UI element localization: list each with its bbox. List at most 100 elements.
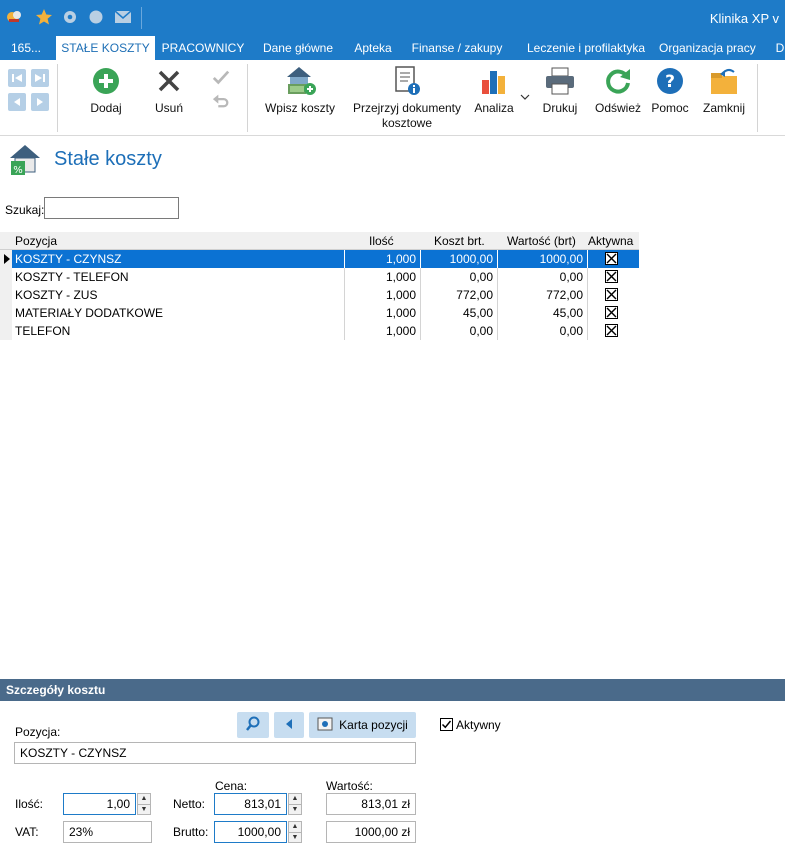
- printer-icon: [543, 64, 577, 98]
- analysis-button[interactable]: Analiza: [472, 64, 516, 116]
- search-icon: [245, 716, 261, 735]
- net-price-field[interactable]: 813,01: [214, 793, 287, 815]
- tab-apteka[interactable]: Apteka: [348, 36, 398, 60]
- circle-icon[interactable]: [87, 8, 105, 26]
- net-value-field[interactable]: 813,01 zł: [326, 793, 416, 815]
- row-indicator: [0, 250, 12, 268]
- tab-finanse[interactable]: Finanse / zakupy: [406, 36, 508, 60]
- active-checkbox[interactable]: [605, 252, 618, 265]
- browse-cost-documents-button[interactable]: Przejrzyj dokumenty kosztowe: [350, 64, 464, 131]
- help-label: Pomoc: [651, 101, 689, 115]
- cell-gross-value: 772,00: [546, 288, 583, 302]
- refresh-button[interactable]: Odśwież: [594, 64, 642, 116]
- cell-position: KOSZTY - ZUS: [15, 288, 98, 302]
- stepper-down-icon[interactable]: ▼: [289, 805, 301, 815]
- quantity-field[interactable]: 1,00: [63, 793, 136, 815]
- app-icon[interactable]: [5, 8, 23, 26]
- stepper-up-icon[interactable]: ▲: [138, 794, 150, 805]
- ribbon-separator: [57, 64, 58, 132]
- checked-x-icon: [606, 325, 617, 336]
- tab-dane-glowne[interactable]: Dane główne: [256, 36, 340, 60]
- quantity-stepper[interactable]: ▲ ▼: [137, 793, 151, 815]
- header-gross-value[interactable]: Wartość (brt): [507, 234, 576, 248]
- row-indicator: [0, 268, 12, 286]
- checked-x-icon: [606, 253, 617, 264]
- stepper-down-icon[interactable]: ▼: [138, 805, 150, 815]
- current-row-arrow-icon: [4, 254, 10, 264]
- header-gross-cost[interactable]: Koszt brt.: [434, 234, 485, 248]
- search-position-button[interactable]: [237, 712, 269, 738]
- table-row[interactable]: KOSZTY - TELEFON 1,000 0,00 0,00: [0, 268, 639, 286]
- position-label: Pozycja:: [15, 725, 61, 739]
- active-checkbox[interactable]: [440, 718, 453, 731]
- first-record-icon[interactable]: [8, 69, 26, 87]
- gross-value-field[interactable]: 1000,00 zł: [326, 821, 416, 843]
- row-indicator: [0, 322, 12, 340]
- analysis-chevron-down-icon[interactable]: [520, 90, 530, 100]
- page-title: Stałe koszty: [54, 148, 162, 170]
- row-indicator: [0, 304, 12, 322]
- cell-divider: [587, 250, 588, 268]
- active-checkbox[interactable]: [605, 270, 618, 283]
- gross-price-field[interactable]: 1000,00: [214, 821, 287, 843]
- active-checkbox[interactable]: [605, 288, 618, 301]
- net-price-stepper[interactable]: ▲ ▼: [288, 793, 302, 815]
- table-row[interactable]: KOSZTY - ZUS 1,000 772,00 772,00: [0, 286, 639, 304]
- refresh-icon: [601, 64, 635, 98]
- title-separator: [141, 7, 142, 29]
- position-card-label: Karta pozycji: [339, 718, 408, 732]
- stepper-up-icon[interactable]: ▲: [289, 794, 301, 805]
- row-indicator: [0, 286, 12, 304]
- tab-organizacja[interactable]: Organizacja pracy: [659, 36, 756, 60]
- svg-text:?: ?: [665, 72, 675, 92]
- gross-price-stepper[interactable]: ▲ ▼: [288, 821, 302, 843]
- stepper-down-icon[interactable]: ▼: [289, 833, 301, 843]
- mail-icon[interactable]: [114, 8, 132, 26]
- bar-chart-icon: [477, 64, 511, 98]
- vat-field[interactable]: 23%: [63, 821, 152, 843]
- confirm-checkmark-icon[interactable]: [212, 68, 230, 86]
- enter-costs-button[interactable]: Wpisz koszty: [264, 64, 336, 116]
- last-record-icon[interactable]: [31, 69, 49, 87]
- table-row[interactable]: MATERIAŁY DODATKOWE 1,000 45,00 45,00: [0, 304, 639, 322]
- position-card-button[interactable]: Karta pozycji: [309, 712, 416, 738]
- favorite-star-icon[interactable]: [35, 8, 53, 26]
- close-button[interactable]: Zamknij: [700, 64, 748, 116]
- tab-overflow[interactable]: D: [775, 36, 785, 60]
- cell-gross-cost: 0,00: [469, 324, 493, 338]
- title-bar: Klinika XP v: [0, 0, 785, 36]
- gear-icon[interactable]: [61, 8, 79, 26]
- money-house-icon: [283, 64, 317, 98]
- header-active[interactable]: Aktywna: [588, 234, 633, 248]
- position-field[interactable]: KOSZTY - CZYNSZ: [14, 742, 416, 764]
- folder-exit-icon: [707, 64, 741, 98]
- back-button[interactable]: [274, 712, 304, 738]
- table-row[interactable]: TELEFON 1,000 0,00 0,00: [0, 322, 639, 340]
- print-button[interactable]: Drukuj: [540, 64, 580, 116]
- price-label: Cena:: [215, 779, 248, 793]
- gross-label: Brutto:: [173, 825, 209, 839]
- previous-record-icon[interactable]: [8, 93, 26, 111]
- stepper-up-icon[interactable]: ▲: [289, 822, 301, 833]
- document-info-icon: [390, 64, 424, 98]
- print-label: Drukuj: [542, 101, 578, 115]
- help-button[interactable]: ? Pomoc: [650, 64, 690, 116]
- undo-icon[interactable]: [212, 91, 230, 109]
- active-checkbox[interactable]: [605, 306, 618, 319]
- header-position[interactable]: Pozycja: [15, 234, 57, 248]
- add-button[interactable]: Dodaj: [88, 64, 124, 116]
- cell-position: KOSZTY - CZYNSZ: [15, 252, 122, 266]
- active-checkbox[interactable]: [605, 324, 618, 337]
- ribbon-toolbar: Dodaj Usuń Wpisz koszty Przejrzyj dokume…: [0, 60, 785, 136]
- cell-gross-value: 1000,00: [539, 252, 583, 266]
- tab-stale-koszty[interactable]: STAŁE KOSZTY: [56, 36, 155, 60]
- tab-leczenie[interactable]: Leczenie i profilaktyka: [517, 36, 655, 60]
- delete-button[interactable]: Usuń: [152, 64, 186, 116]
- tab-document[interactable]: 165...: [6, 36, 46, 60]
- cell-quantity: 1,000: [385, 252, 416, 266]
- next-record-icon[interactable]: [31, 93, 49, 111]
- tab-pracownicy[interactable]: PRACOWNICY: [158, 36, 248, 60]
- header-quantity[interactable]: Ilość: [369, 234, 394, 248]
- table-row[interactable]: KOSZTY - CZYNSZ 1,000 1000,00 1000,00: [0, 250, 639, 268]
- search-input[interactable]: [44, 197, 179, 219]
